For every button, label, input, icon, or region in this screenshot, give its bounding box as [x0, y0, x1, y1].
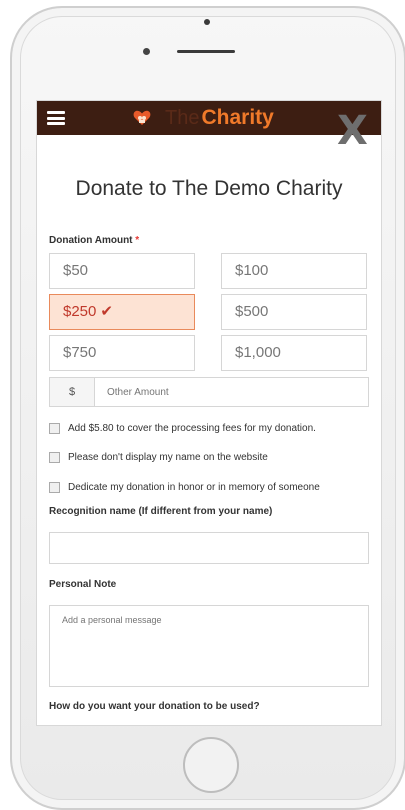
hide-name-checkbox[interactable] [49, 452, 60, 463]
amount-option-750[interactable]: $750 [49, 335, 195, 371]
personal-note-label: Personal Note [49, 579, 117, 590]
logo-text-charity: Charity [201, 106, 274, 129]
required-mark: * [135, 235, 140, 246]
proximity-sensor [143, 48, 150, 55]
close-icon[interactable]: X [337, 111, 368, 151]
currency-symbol: $ [50, 378, 95, 406]
earpiece-speaker [177, 50, 235, 53]
front-camera [204, 19, 210, 25]
amount-option-250-selected[interactable]: $250 ✔ [49, 294, 195, 330]
amount-option-100[interactable]: $100 [221, 253, 367, 289]
donation-amount-label-text: Donation Amount [49, 235, 133, 246]
option-cover-fees[interactable]: Add $5.80 to cover the processing fees f… [49, 423, 316, 434]
option-dedicate[interactable]: Dedicate my donation in honor or in memo… [49, 482, 320, 493]
option-hide-name[interactable]: Please don't display my name on the webs… [49, 452, 268, 463]
cover-fees-checkbox[interactable] [49, 423, 60, 434]
heart-icon [133, 109, 151, 127]
amount-option-1000[interactable]: $1,000 [221, 335, 367, 371]
check-mark-icon: ✔ [100, 303, 113, 320]
recognition-name-input[interactable] [50, 533, 368, 563]
cover-fees-label: Add $5.80 to cover the processing fees f… [68, 423, 316, 434]
page-title: Donate to The Demo Charity [75, 177, 343, 200]
logo-text-the: The [165, 106, 200, 129]
donation-usage-label: How do you want your donation to be used… [49, 701, 260, 712]
hamburger-menu-icon[interactable] [47, 111, 65, 125]
phone-screen: The Charity X Donate to The Demo Charity… [36, 100, 382, 726]
charity-logo[interactable]: The Charity [133, 105, 274, 131]
recognition-name-label: Recognition name (If different from your… [49, 506, 273, 517]
donation-amount-label: Donation Amount * [49, 235, 139, 246]
other-amount-input[interactable] [95, 378, 368, 406]
personal-note-textarea[interactable] [50, 606, 368, 686]
amount-option-500[interactable]: $500 [221, 294, 367, 330]
hide-name-label: Please don't display my name on the webs… [68, 452, 268, 463]
other-amount-field: $ [49, 377, 369, 407]
recognition-name-field [49, 532, 369, 564]
dedicate-checkbox[interactable] [49, 482, 60, 493]
dedicate-label: Dedicate my donation in honor or in memo… [68, 482, 320, 493]
app-header: The Charity [37, 101, 381, 135]
amount-option-250-label: $250 [63, 303, 97, 320]
home-button[interactable] [183, 737, 239, 793]
amount-option-50[interactable]: $50 [49, 253, 195, 289]
personal-note-field [49, 605, 369, 687]
